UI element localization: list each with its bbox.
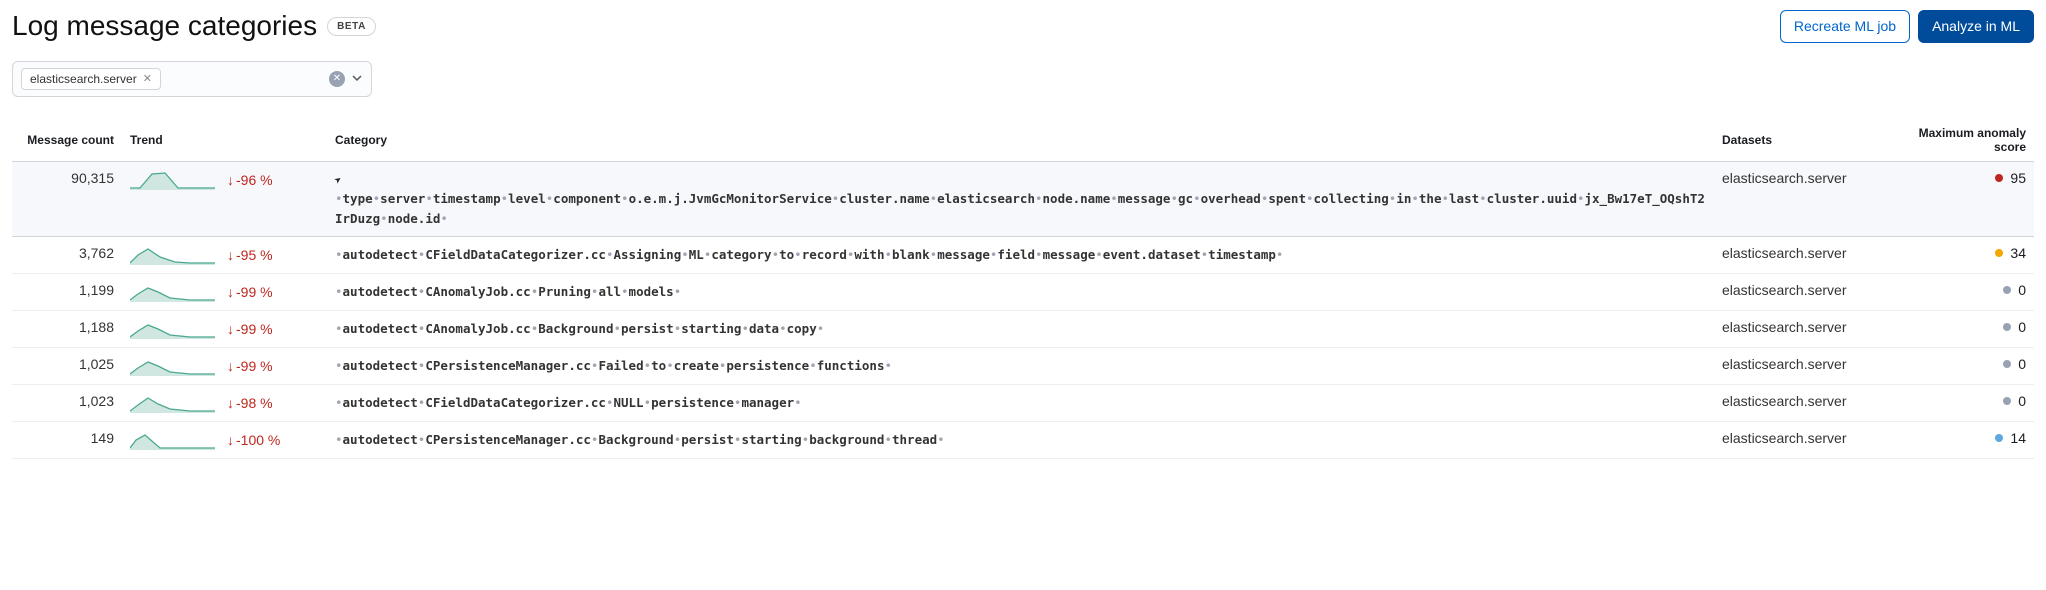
- anomaly-severity-icon: [2003, 360, 2011, 368]
- message-count-value: 1,023: [79, 393, 114, 409]
- arrow-down-icon: ↓: [227, 432, 234, 448]
- anomaly-severity-icon: [1995, 434, 2003, 442]
- message-count-value: 149: [91, 430, 114, 446]
- col-anomaly[interactable]: Maximum anomaly score: [1884, 119, 2034, 162]
- arrow-down-icon: ↓: [227, 172, 234, 188]
- trend-value: ↓-99 %: [227, 358, 273, 374]
- anomaly-severity-icon: [1995, 174, 2003, 182]
- dataset-value: elasticsearch.server: [1722, 245, 1847, 261]
- dataset-value: elasticsearch.server: [1722, 356, 1847, 372]
- col-trend[interactable]: Trend: [122, 119, 327, 162]
- arrow-down-icon: ↓: [227, 358, 234, 374]
- trend-value: ↓-96 %: [227, 172, 273, 188]
- sparkline-icon: [130, 393, 215, 413]
- anomaly-severity-icon: [1995, 249, 2003, 257]
- message-count-value: 90,315: [71, 170, 114, 186]
- col-datasets[interactable]: Datasets: [1714, 119, 1884, 162]
- sparkline-icon: [130, 170, 215, 190]
- message-count-value: 3,762: [79, 245, 114, 261]
- col-message-count[interactable]: Message count: [12, 119, 122, 162]
- anomaly-severity-icon: [2003, 286, 2011, 294]
- table-row[interactable]: 1,023 ↓-98 % •autodetect•CFieldDataCategor…: [12, 385, 2034, 422]
- dataset-value: elasticsearch.server: [1722, 282, 1847, 298]
- dataset-value: elasticsearch.server: [1722, 393, 1847, 409]
- trend-value: ↓-99 %: [227, 321, 273, 337]
- recreate-ml-job-button[interactable]: Recreate ML job: [1780, 10, 1910, 43]
- table-row[interactable]: 3,762 ↓-95 % •autodetect•CFieldDataCategor…: [12, 237, 2034, 274]
- table-row[interactable]: 149 ↓-100 % •autodetect•CPersistenceManage…: [12, 422, 2034, 459]
- page-title: Log message categories: [12, 10, 317, 42]
- filter-chip[interactable]: elasticsearch.server ✕: [21, 68, 161, 90]
- category-pattern: •autodetect•CPersistenceManager.cc•Faile…: [335, 356, 1706, 375]
- arrow-down-icon: ↓: [227, 395, 234, 411]
- anomaly-score-value: 0: [2018, 356, 2026, 372]
- trend-value: ↓-95 %: [227, 247, 273, 263]
- anomaly-severity-icon: [2003, 323, 2011, 331]
- message-count-value: 1,199: [79, 282, 114, 298]
- filter-chip-label: elasticsearch.server: [30, 72, 137, 86]
- table-row[interactable]: 1,025 ↓-99 % •autodetect•CPersistenceManag…: [12, 348, 2034, 385]
- table-row[interactable]: 90,315 ↓-96 % ➤•type•server•timestamp•leve…: [12, 161, 2034, 236]
- categories-table: Message count Trend Category Datasets Ma…: [12, 119, 2034, 459]
- arrow-down-icon: ↓: [227, 321, 234, 337]
- message-count-value: 1,025: [79, 356, 114, 372]
- dataset-value: elasticsearch.server: [1722, 170, 1847, 186]
- anomaly-score-value: 0: [2018, 393, 2026, 409]
- analyze-in-ml-button[interactable]: Analyze in ML: [1918, 10, 2034, 43]
- trend-value: ↓-100 %: [227, 432, 280, 448]
- category-pattern: •autodetect•CFieldDataCategorizer.cc•Ass…: [335, 245, 1706, 264]
- category-pattern: ➤•type•server•timestamp•level•component•…: [335, 170, 1706, 228]
- clear-filter-icon[interactable]: ✕: [329, 71, 345, 87]
- anomaly-severity-icon: [2003, 397, 2011, 405]
- col-category[interactable]: Category: [327, 119, 1714, 162]
- cursor-icon: ➤: [330, 170, 347, 189]
- anomaly-score-value: 34: [2010, 245, 2026, 261]
- sparkline-icon: [130, 430, 215, 450]
- category-pattern: •autodetect•CAnomalyJob.cc•Pruning•all•m…: [335, 282, 1706, 301]
- chevron-down-icon[interactable]: [351, 71, 363, 87]
- dataset-value: elasticsearch.server: [1722, 319, 1847, 335]
- table-row[interactable]: 1,188 ↓-99 % •autodetect•CAnomalyJob.cc•Ba…: [12, 311, 2034, 348]
- category-pattern: •autodetect•CAnomalyJob.cc•Background•pe…: [335, 319, 1706, 338]
- anomaly-score-value: 0: [2018, 319, 2026, 335]
- sparkline-icon: [130, 245, 215, 265]
- trend-value: ↓-98 %: [227, 395, 273, 411]
- trend-value: ↓-99 %: [227, 284, 273, 300]
- close-icon[interactable]: ✕: [143, 72, 152, 85]
- dataset-value: elasticsearch.server: [1722, 430, 1847, 446]
- beta-badge: BETA: [327, 17, 376, 36]
- category-pattern: •autodetect•CPersistenceManager.cc•Backg…: [335, 430, 1706, 449]
- anomaly-score-value: 95: [2010, 170, 2026, 186]
- arrow-down-icon: ↓: [227, 284, 234, 300]
- filter-bar[interactable]: elasticsearch.server ✕ ✕: [12, 61, 372, 97]
- anomaly-score-value: 14: [2010, 430, 2026, 446]
- category-pattern: •autodetect•CFieldDataCategorizer.cc•NUL…: [335, 393, 1706, 412]
- sparkline-icon: [130, 282, 215, 302]
- table-row[interactable]: 1,199 ↓-99 % •autodetect•CAnomalyJob.cc•Pr…: [12, 274, 2034, 311]
- message-count-value: 1,188: [79, 319, 114, 335]
- sparkline-icon: [130, 319, 215, 339]
- arrow-down-icon: ↓: [227, 247, 234, 263]
- sparkline-icon: [130, 356, 215, 376]
- anomaly-score-value: 0: [2018, 282, 2026, 298]
